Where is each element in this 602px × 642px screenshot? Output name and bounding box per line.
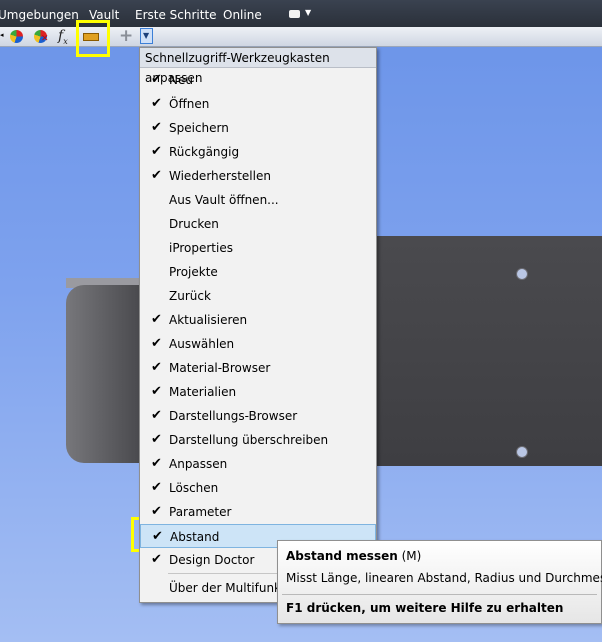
tooltip-separator (282, 594, 597, 595)
add-icon[interactable]: + (117, 26, 135, 46)
tab-online[interactable]: Online (223, 8, 262, 22)
check-icon: ✔ (151, 552, 162, 567)
menu-item-rueckgaengig[interactable]: ✔ Rückgängig (140, 140, 376, 164)
check-icon: ✔ (151, 360, 162, 375)
check-icon: ✔ (151, 96, 162, 111)
menu-item-drucken[interactable]: Drucken (140, 212, 376, 236)
menu-item-zurueck[interactable]: Zurück (140, 284, 376, 308)
menu-header: Schnellzugriff-Werkzeugkasten anpassen (140, 48, 376, 85)
appearance-clear-icon[interactable]: ✕ (32, 28, 50, 45)
check-icon: ✔ (151, 144, 162, 159)
check-icon: ✔ (152, 529, 163, 544)
highlight-measure-button (76, 20, 110, 57)
tooltip-description: Misst Länge, linearen Abstand, Radius un… (286, 571, 602, 585)
check-icon: ✔ (151, 312, 162, 327)
menu-item-auswaehlen[interactable]: ✔ Auswählen (140, 332, 376, 356)
check-icon: ✔ (151, 384, 162, 399)
toolbar-overflow-icon[interactable]: ◂ (0, 28, 6, 45)
menu-item-material-browser[interactable]: ✔ Material-Browser (140, 356, 376, 380)
tab-erste-schritte[interactable]: Erste Schritte (135, 8, 217, 22)
menu-item-darstellung-ueberschreiben[interactable]: ✔ Darstellung überschreiben (140, 428, 376, 452)
menu-item-projekte[interactable]: Projekte (140, 260, 376, 284)
menu-item-oeffnen[interactable]: ✔ Öffnen (140, 92, 376, 116)
tooltip-title: Abstand messen (286, 549, 398, 563)
tooltip-shortcut: (M) (401, 549, 422, 563)
customize-dropdown-icon[interactable]: ▼ (140, 28, 153, 44)
check-icon: ✔ (151, 168, 162, 183)
check-icon: ✔ (151, 72, 162, 87)
menu-item-parameter[interactable]: ✔ Parameter (140, 500, 376, 524)
tooltip-help: F1 drücken, um weitere Hilfe zu erhalten (286, 601, 564, 615)
menu-item-aus-vault-oeffnen[interactable]: Aus Vault öffnen... (140, 188, 376, 212)
panel-toggle-icon[interactable] (289, 10, 300, 18)
check-icon: ✔ (151, 480, 162, 495)
menu-item-wiederherstellen[interactable]: ✔ Wiederherstellen (140, 164, 376, 188)
check-icon: ✔ (151, 120, 162, 135)
check-icon: ✔ (151, 408, 162, 423)
menu-item-neu[interactable]: ✔ Neu (140, 68, 376, 92)
menu-item-darstellungs-browser[interactable]: ✔ Darstellungs-Browser (140, 404, 376, 428)
model-part-face (377, 236, 602, 466)
fx-parameters-icon[interactable]: fx (57, 28, 75, 46)
menu-item-anpassen[interactable]: ✔ Anpassen (140, 452, 376, 476)
chevron-down-icon[interactable]: ▼ (305, 8, 311, 17)
tooltip-title-line: Abstand messen (M) (286, 549, 421, 563)
model-hole (516, 268, 528, 280)
menu-item-iproperties[interactable]: iProperties (140, 236, 376, 260)
model-part-side (66, 285, 140, 463)
menu-item-materialien[interactable]: ✔ Materialien (140, 380, 376, 404)
check-icon: ✔ (151, 336, 162, 351)
menu-item-loeschen[interactable]: ✔ Löschen (140, 476, 376, 500)
tab-umgebungen[interactable]: Umgebungen (0, 8, 79, 22)
customize-qat-menu: Schnellzugriff-Werkzeugkasten anpassen ✔… (139, 47, 377, 603)
appearance-icon[interactable] (8, 28, 26, 45)
model-hole (516, 446, 528, 458)
check-icon: ✔ (151, 456, 162, 471)
check-icon: ✔ (151, 504, 162, 519)
menu-item-speichern[interactable]: ✔ Speichern (140, 116, 376, 140)
menu-item-aktualisieren[interactable]: ✔ Aktualisieren (140, 308, 376, 332)
check-icon: ✔ (151, 432, 162, 447)
tooltip-abstand-messen: Abstand messen (M) Misst Länge, linearen… (277, 540, 602, 624)
